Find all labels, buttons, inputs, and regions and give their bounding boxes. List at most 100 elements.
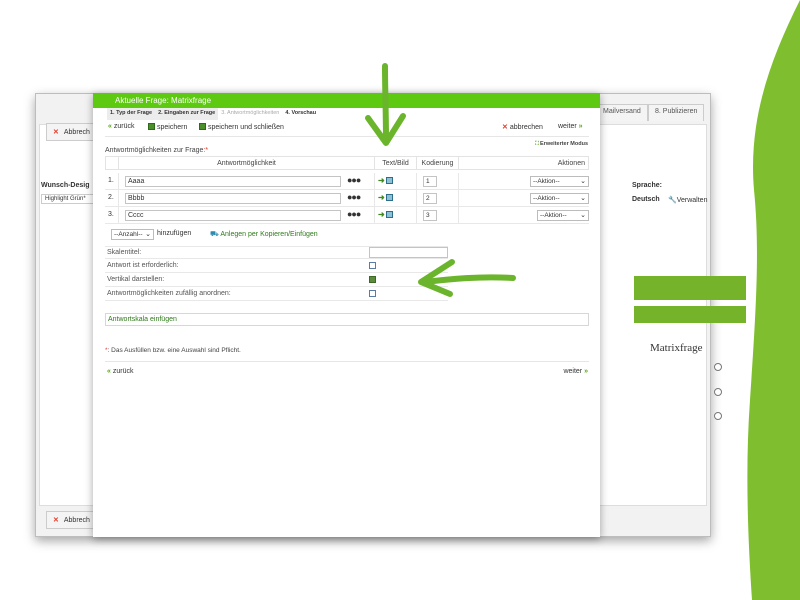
option-label: Antwortmöglichkeiten zufällig anordnen:	[107, 290, 231, 297]
double-left-arrow-icon: «	[108, 123, 112, 130]
footer-divider	[105, 361, 589, 362]
action-select-value: --Aktion--	[533, 195, 560, 202]
arrow-icon[interactable]: ➜	[378, 177, 385, 185]
footnote-text: : Das Ausfüllen bzw. eine Auswahl sind P…	[107, 347, 241, 354]
cancel-button[interactable]: ✕ abbrechen	[502, 123, 543, 131]
coding-input[interactable]: 3	[423, 210, 437, 221]
toolbar-divider	[105, 136, 589, 137]
answers-table: Antwortmöglichkeit Text/Bild Kodierung A…	[105, 156, 589, 226]
image-icon[interactable]	[385, 211, 393, 218]
coding-input[interactable]: 2	[423, 193, 437, 204]
bg-radio-2[interactable]	[714, 388, 722, 396]
back-label: zurück	[113, 123, 135, 130]
bottom-next-button[interactable]: weiter »	[563, 368, 588, 375]
image-icon[interactable]	[385, 177, 393, 184]
row-number: 3.	[108, 211, 114, 218]
add-button[interactable]: hinzufügen	[157, 230, 191, 237]
save-label: speichern	[157, 124, 188, 131]
vertical-checkbox[interactable]	[369, 276, 376, 283]
table-row: 2. Bbbb ●●● ➜ 2 --Aktion-- ⌄	[105, 190, 589, 207]
copy-paste-label: Anlegen per Kopieren/Einfügen	[220, 231, 318, 238]
more-options-icon[interactable]: ●●●	[347, 192, 361, 202]
arrow-icon[interactable]: ➜	[378, 194, 385, 202]
scale-title-input[interactable]	[369, 247, 448, 258]
chevron-down-icon: ⌄	[580, 195, 586, 202]
back-button[interactable]: « zurück	[108, 123, 134, 130]
bg-radio-1[interactable]	[714, 363, 722, 371]
question-editor-dialog: Aktuelle Frage: Matrixfrage 1. Typ der F…	[93, 93, 600, 537]
chevron-down-icon: ⌄	[145, 231, 151, 238]
close-icon: ✕	[502, 124, 508, 131]
dialog-toolbar: « zurück speichern speichern und schließ…	[107, 123, 589, 134]
advanced-mode-link[interactable]: ⛶Erweiterter Modus	[535, 141, 588, 148]
advanced-mode-label: Erweiterter Modus	[540, 141, 588, 147]
more-options-icon[interactable]: ●●●	[347, 175, 361, 185]
answer-input[interactable]: Cccc	[125, 210, 341, 221]
option-scale-title: Skalentitel:	[105, 246, 448, 259]
cancel-label: abbrechen	[509, 124, 543, 131]
more-options-icon[interactable]: ●●●	[347, 209, 361, 219]
add-answers-row: --Anzahl-- ⌄ hinzufügen ⛟ Anlegen per Kop…	[105, 229, 439, 242]
save-close-label: speichern und schließen	[208, 124, 284, 131]
required-checkbox[interactable]	[369, 262, 376, 269]
step-answers[interactable]: 3. Antwortmöglichkeiten	[218, 108, 283, 120]
bg-tab-publizieren[interactable]: 8. Publizieren	[648, 104, 705, 121]
bottom-next-label: weiter	[563, 368, 583, 375]
option-label: Skalentitel:	[107, 249, 142, 256]
close-icon: ✕	[53, 517, 59, 524]
save-close-button[interactable]: speichern und schließen	[199, 123, 284, 131]
arrow-icon[interactable]: ➜	[378, 211, 385, 219]
bottom-back-button[interactable]: « zurück	[107, 368, 133, 375]
required-footnote: *: Das Ausfüllen bzw. eine Auswahl sind …	[105, 347, 241, 354]
coding-input[interactable]: 1	[423, 176, 437, 187]
bg-design-select[interactable]: Highlight Grün*	[41, 194, 96, 204]
double-right-arrow-icon: »	[578, 123, 583, 130]
save-icon	[148, 123, 155, 130]
next-button[interactable]: weiter »	[558, 123, 583, 130]
chevron-down-icon: ⌄	[580, 212, 586, 219]
cart-icon: ⛟	[210, 231, 219, 238]
answers-label-text: Antwortmöglichkeiten zur Frage	[105, 147, 204, 154]
chevron-down-icon: ⌄	[580, 178, 586, 185]
row-number: 1.	[108, 177, 114, 184]
header-textimage: Text/Bild	[375, 156, 417, 170]
header-actions: Aktionen	[459, 156, 589, 170]
action-select-value: --Aktion--	[540, 212, 567, 219]
bg-manage-link[interactable]: 🔧Verwalten	[668, 196, 707, 204]
bg-design-heading: Wunsch-Desig	[41, 182, 90, 189]
answer-input[interactable]: Bbbb	[125, 193, 341, 204]
dialog-header: Aktuelle Frage: Matrixfrage	[93, 93, 600, 108]
action-select[interactable]: --Aktion-- ⌄	[537, 210, 589, 221]
bg-tab-mailversand[interactable]: Mailversand	[596, 104, 648, 121]
action-select[interactable]: --Aktion-- ⌄	[530, 193, 589, 204]
step-input[interactable]: 2. Eingaben zur Frage	[155, 108, 219, 120]
image-icon[interactable]	[385, 194, 393, 201]
wizard-steps: 1. Typ der Frage 2. Eingaben zur Frage 3…	[107, 108, 319, 120]
header-num	[105, 156, 119, 170]
insert-scale-button[interactable]: Antwortskala einfügen	[105, 313, 589, 326]
copy-paste-link[interactable]: ⛟ Anlegen per Kopieren/Einfügen	[210, 230, 318, 239]
save-button[interactable]: speichern	[148, 123, 187, 131]
bg-green-band-2	[634, 306, 746, 323]
table-row: 1. Aaaa ●●● ➜ 1 --Aktion-- ⌄	[105, 173, 589, 190]
option-required: Antwort ist erforderlich:	[105, 260, 448, 273]
dialog-title: Aktuelle Frage: Matrixfrage	[115, 96, 212, 105]
random-order-checkbox[interactable]	[369, 290, 376, 297]
bg-radio-3[interactable]	[714, 412, 722, 420]
action-select[interactable]: --Aktion-- ⌄	[530, 176, 589, 187]
save-close-icon	[199, 123, 206, 130]
bg-language-heading: Sprache:	[632, 182, 662, 189]
step-type[interactable]: 1. Typ der Frage	[107, 108, 156, 120]
expand-icon: ⛶	[535, 141, 540, 147]
option-random-order: Antwortmöglichkeiten zufällig anordnen:	[105, 288, 448, 301]
close-icon: ✕	[53, 129, 59, 136]
header-answer: Antwortmöglichkeit	[119, 156, 375, 170]
wrench-icon: 🔧	[668, 197, 677, 204]
bg-preview-title: Matrixfrage	[650, 342, 703, 354]
count-select[interactable]: --Anzahl-- ⌄	[111, 229, 154, 240]
bg-manage-label: Verwalten	[676, 197, 708, 204]
bg-language-value: Deutsch	[632, 196, 660, 203]
bottom-back-label: zurück	[112, 368, 134, 375]
answer-input[interactable]: Aaaa	[125, 176, 341, 187]
step-preview[interactable]: 4. Vorschau	[282, 108, 319, 120]
